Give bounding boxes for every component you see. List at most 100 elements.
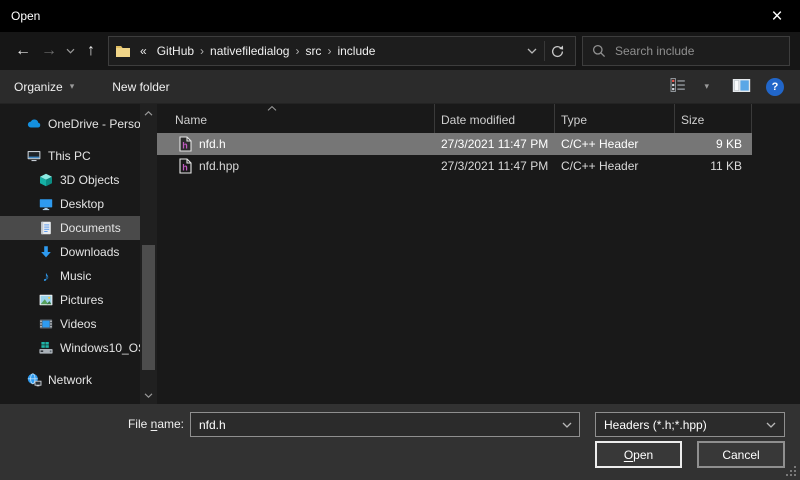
cancel-button[interactable]: Cancel	[697, 441, 785, 468]
file-size-cell: 11 KB	[675, 159, 752, 173]
column-header-size[interactable]: Size	[675, 104, 752, 133]
forward-button[interactable]: →	[36, 42, 62, 60]
folder-icon	[115, 44, 131, 58]
svg-text:h: h	[182, 141, 188, 151]
chevron-down-icon	[144, 393, 153, 398]
resize-grip[interactable]	[786, 466, 797, 477]
sidebar-item-label: Windows10_OS (	[60, 341, 140, 355]
file-type-select[interactable]: Headers (*.h;*.hpp)	[595, 412, 785, 437]
toolbar-right-group: ▾ ?	[670, 78, 786, 96]
sidebar-item-onedrive[interactable]: OneDrive - Persor	[0, 112, 140, 136]
file-name-cell: h nfd.hpp	[157, 158, 435, 174]
column-header-extra	[752, 104, 800, 133]
back-button[interactable]: ←	[10, 42, 36, 60]
sidebar-item-label: 3D Objects	[60, 173, 119, 187]
help-button[interactable]: ?	[766, 78, 784, 96]
chevron-down-icon	[766, 422, 776, 428]
file-name: nfd.hpp	[199, 159, 239, 173]
file-size-cell: 9 KB	[675, 137, 752, 151]
sidebar-item-music[interactable]: ♪ Music	[0, 264, 140, 288]
sidebar-scrollbar[interactable]	[140, 104, 157, 404]
file-name-input[interactable]	[190, 412, 580, 437]
breadcrumb-item[interactable]: GitHub	[152, 44, 199, 58]
sidebar-item-network[interactable]: Network	[0, 368, 140, 392]
onedrive-icon	[26, 116, 42, 132]
organize-label: Organize	[14, 80, 63, 94]
back-arrow-icon: ←	[15, 42, 31, 59]
views-dropdown-button[interactable]: ▾	[704, 81, 709, 92]
scrollbar-thumb[interactable]	[142, 245, 155, 370]
music-note-icon: ♪	[38, 268, 54, 284]
command-toolbar: Organize ▾ New folder ▾	[0, 70, 800, 104]
file-list: Name Date modified Type Size h nfd.h 27/…	[157, 104, 800, 404]
sidebar-item-this-pc[interactable]: This PC	[0, 144, 140, 168]
scroll-up-button[interactable]	[140, 106, 157, 120]
sidebar-item-label: Documents	[60, 221, 121, 235]
refresh-button[interactable]	[545, 37, 569, 65]
up-arrow-icon: ↑	[87, 42, 95, 59]
recent-locations-button[interactable]	[62, 48, 78, 54]
breadcrumb-overflow[interactable]: «	[135, 44, 152, 58]
scroll-down-button[interactable]	[140, 388, 157, 402]
preview-pane-icon	[732, 78, 751, 93]
breadcrumb-item[interactable]: src	[300, 44, 326, 58]
sidebar-item-videos[interactable]: Videos	[0, 312, 140, 336]
column-label: Date modified	[441, 113, 515, 127]
open-file-dialog: Open × ← → ↑ « GitHub › nativefiledialog…	[0, 0, 800, 480]
sidebar-item-label: OneDrive - Persor	[48, 117, 140, 131]
sidebar-item-pictures[interactable]: Pictures	[0, 288, 140, 312]
search-input[interactable]	[615, 44, 780, 58]
search-box	[582, 36, 790, 66]
file-type-value: Headers (*.h;*.hpp)	[604, 418, 707, 432]
up-button[interactable]: ↑	[78, 42, 104, 60]
sidebar-item-label: Network	[48, 373, 92, 387]
sidebar-item-label: Downloads	[60, 245, 119, 259]
column-header-name[interactable]: Name	[157, 104, 435, 133]
sidebar-item-downloads[interactable]: Downloads	[0, 240, 140, 264]
browser-area: OneDrive - Persor This PC 3D Objects Des…	[0, 104, 800, 404]
forward-arrow-icon: →	[41, 42, 57, 59]
file-row[interactable]: h nfd.hpp 27/3/2021 11:47 PM C/C++ Heade…	[157, 155, 752, 177]
chevron-up-icon	[144, 111, 153, 116]
close-button[interactable]: ×	[754, 0, 800, 32]
3d-objects-icon	[38, 172, 54, 188]
sidebar-item-label: Videos	[60, 317, 96, 331]
preview-pane-button[interactable]	[732, 78, 751, 96]
file-name: nfd.h	[199, 137, 226, 151]
label-text: File	[128, 417, 151, 431]
file-name-label: File name:	[0, 417, 184, 431]
chevron-down-icon: ▾	[704, 81, 709, 92]
sidebar-item-label: Pictures	[60, 293, 103, 307]
column-header-type[interactable]: Type	[555, 104, 675, 133]
details-view-button[interactable]	[670, 78, 689, 95]
search-icon	[592, 44, 606, 58]
title-bar: Open ×	[0, 0, 800, 32]
previous-locations-button[interactable]	[520, 37, 544, 65]
address-bar: « GitHub › nativefiledialog › src › incl…	[108, 36, 576, 66]
help-icon: ?	[766, 78, 784, 96]
new-folder-label: New folder	[112, 80, 169, 94]
column-headers: Name Date modified Type Size	[157, 104, 800, 133]
column-label: Size	[681, 113, 704, 127]
column-header-date-modified[interactable]: Date modified	[435, 104, 555, 133]
new-folder-button[interactable]: New folder	[112, 80, 169, 94]
file-row[interactable]: h nfd.h 27/3/2021 11:47 PM C/C++ Header …	[157, 133, 752, 155]
footer: File name: Headers (*.h;*.hpp) Open Canc…	[0, 404, 800, 480]
sidebar-item-desktop[interactable]: Desktop	[0, 192, 140, 216]
breadcrumb-item[interactable]: nativefiledialog	[205, 44, 294, 58]
svg-text:h: h	[182, 163, 188, 173]
breadcrumb-item[interactable]: include	[332, 44, 380, 58]
downloads-icon	[38, 244, 54, 260]
desktop-icon	[38, 196, 54, 212]
refresh-icon	[550, 44, 565, 59]
column-label: Name	[175, 113, 207, 127]
sidebar-item-3d-objects[interactable]: 3D Objects	[0, 168, 140, 192]
open-button[interactable]: Open	[595, 441, 682, 468]
organize-button[interactable]: Organize ▾	[14, 80, 74, 94]
network-icon	[26, 372, 42, 388]
button-mnemonic: O	[624, 448, 633, 462]
sidebar-item-windows10-os[interactable]: Windows10_OS (	[0, 336, 140, 360]
sidebar-item-documents[interactable]: Documents	[0, 216, 140, 240]
videos-icon	[38, 316, 54, 332]
column-label: Type	[561, 113, 587, 127]
